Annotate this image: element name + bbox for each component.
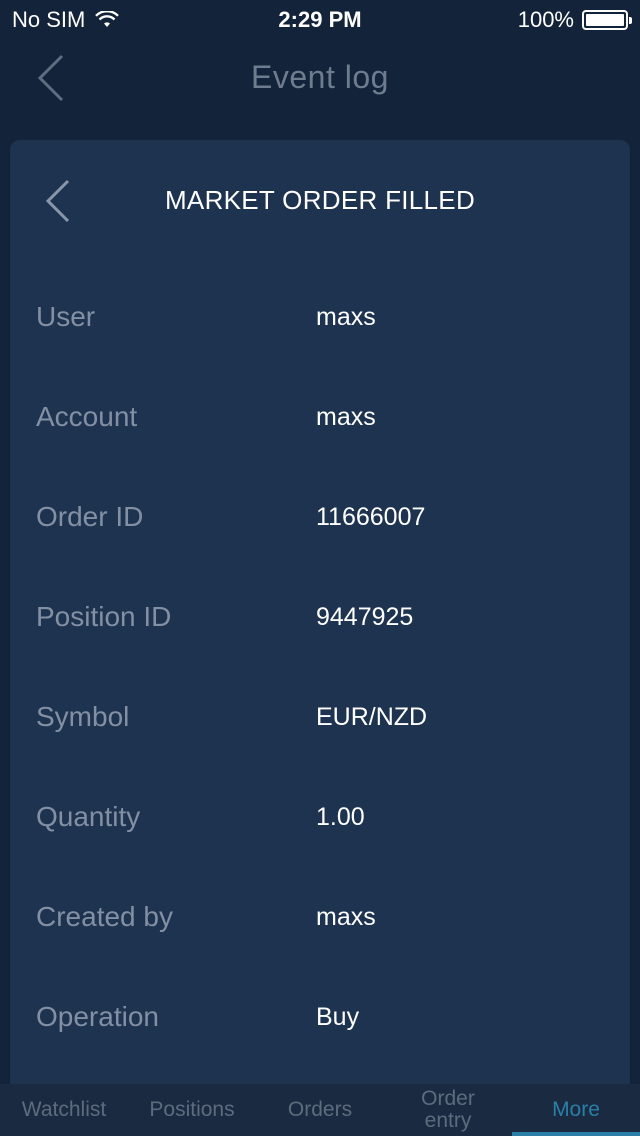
detail-value: 1.00 [316,802,365,831]
battery-icon [582,10,632,30]
detail-row-account: Account maxs [10,367,630,467]
detail-label: Account [36,401,138,432]
modal-back-icon[interactable] [44,178,74,224]
detail-row-user: User maxs [10,267,630,367]
tab-more[interactable]: More [512,1084,640,1136]
detail-value: Buy [316,1002,360,1031]
detail-row-operation: Operation Buy [10,967,630,1067]
detail-label: Created by [36,901,173,932]
detail-row-quantity: Quantity 1.00 [10,767,630,867]
detail-list: User maxs Account maxs Order ID 11666007… [10,267,630,1067]
tab-watchlist[interactable]: Watchlist [0,1084,128,1136]
status-right: 100% [517,7,632,33]
tab-positions[interactable]: Positions [128,1084,256,1136]
detail-value: maxs [316,902,376,931]
modal-bottom-fade [10,1054,630,1084]
detail-label: Operation [36,1001,159,1032]
detail-row-created-by: Created by maxs [10,867,630,967]
tab-label: Orders [287,1098,353,1121]
detail-row-position-id: Position ID 9447925 [10,567,630,667]
detail-value: 9447925 [316,602,414,631]
tab-label: Positions [149,1098,235,1121]
detail-value: maxs [316,402,376,431]
nav-back-icon[interactable] [34,52,68,104]
screen: No SIM 2:29 PM 100% Event log Watchlist … [0,0,640,1136]
detail-value: 11666007 [316,502,426,531]
battery-fill [586,14,624,26]
carrier-label: No SIM [12,7,86,32]
status-left: No SIM [12,7,120,33]
detail-label: Order ID [36,501,144,532]
tab-bar: Watchlist Positions Orders Order entry M… [0,1084,640,1136]
modal-header: MARKET ORDER FILLED [10,140,630,260]
detail-label: Symbol [36,701,130,732]
detail-label: Quantity [36,801,141,832]
detail-row-order-id: Order ID 11666007 [10,467,630,567]
event-detail-modal: MARKET ORDER FILLED User maxs Account ma… [10,140,630,1084]
tab-orders[interactable]: Orders [256,1084,384,1136]
nav-title: Event log [251,58,389,95]
modal-title: MARKET ORDER FILLED [164,184,476,215]
battery-percent: 100% [517,7,574,32]
tab-label: More [552,1098,600,1121]
tab-label: Watchlist [21,1098,107,1121]
navigation-bar: Event log [0,40,640,114]
detail-value: EUR/NZD [316,702,428,731]
detail-label: User [36,301,96,332]
detail-value: maxs [316,302,376,331]
detail-label: Position ID [36,601,172,632]
status-bar: No SIM 2:29 PM 100% [0,0,640,40]
detail-row-symbol: Symbol EUR/NZD [10,667,630,767]
wifi-icon [95,11,120,27]
tab-order-entry[interactable]: Order entry [384,1084,512,1136]
tab-label: Order entry [421,1087,475,1132]
